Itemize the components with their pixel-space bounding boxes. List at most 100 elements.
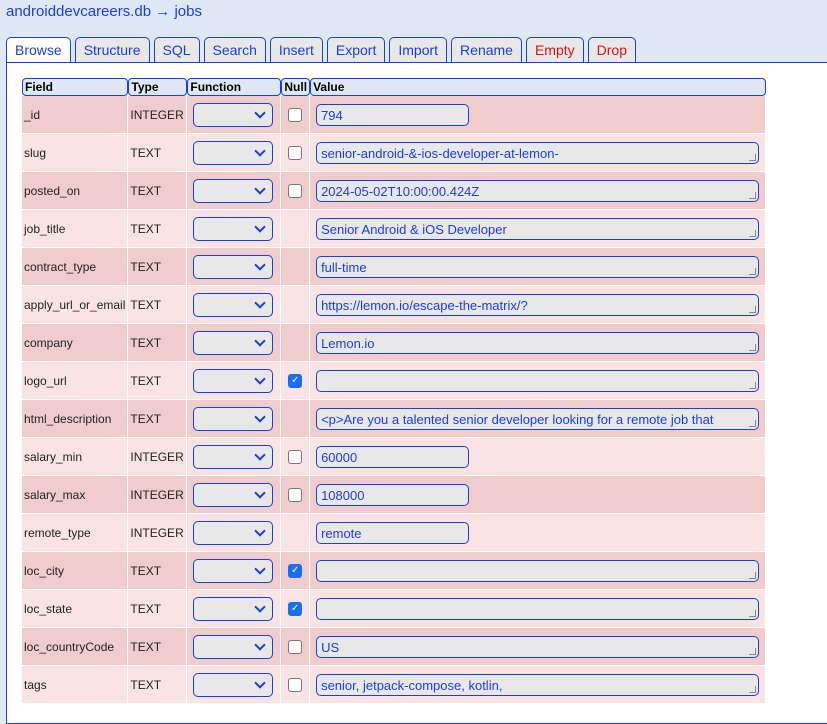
function-select[interactable] — [193, 178, 274, 203]
function-select[interactable] — [193, 140, 274, 165]
field-name: logo_url — [22, 362, 129, 400]
field-type: TEXT — [128, 628, 188, 666]
field-type: TEXT — [128, 286, 188, 324]
table-row: job_title TEXT Senior Android & iOS Deve… — [22, 210, 767, 248]
null-checkbox[interactable] — [288, 183, 303, 198]
value-input[interactable] — [316, 369, 760, 392]
function-select[interactable] — [193, 368, 274, 393]
tab-structure[interactable]: Structure — [74, 37, 150, 62]
null-checkbox[interactable]: ✓ — [288, 373, 303, 388]
field-name: salary_max — [22, 476, 129, 514]
null-checkbox[interactable] — [288, 677, 303, 692]
table-row: contract_type TEXT full-time — [22, 248, 767, 286]
value-input[interactable]: senior-android-&-ios-developer-at-lemon- — [316, 141, 760, 164]
field-name: contract_type — [22, 248, 129, 286]
table-row: salary_min INTEGER 60000 — [22, 438, 767, 476]
table-row: remote_type INTEGER remote — [22, 514, 767, 552]
null-checkbox[interactable]: ✓ — [288, 601, 303, 616]
tab-rename[interactable]: Rename — [451, 37, 522, 62]
table-row: html_description TEXT <p>Are you a talen… — [22, 400, 767, 438]
tab-browse[interactable]: Browse — [6, 37, 71, 64]
function-select[interactable] — [193, 596, 274, 621]
field-name: posted_on — [22, 172, 129, 210]
field-name: apply_url_or_email — [22, 286, 129, 324]
null-checkbox[interactable]: ✓ — [288, 563, 303, 578]
value-input[interactable]: remote — [316, 521, 470, 544]
tab-export[interactable]: Export — [326, 37, 386, 62]
breadcrumb-db-link[interactable]: androiddevcareers.db — [6, 3, 151, 20]
value-input[interactable]: US — [316, 635, 760, 658]
field-name: html_description — [22, 400, 129, 438]
function-select[interactable] — [193, 672, 274, 697]
tab-drop[interactable]: Drop — [587, 37, 637, 62]
header-field: Field — [22, 78, 129, 96]
header-type: Type — [128, 78, 188, 96]
function-select[interactable] — [193, 406, 274, 431]
tab-search[interactable]: Search — [203, 37, 266, 62]
field-type: TEXT — [128, 248, 188, 286]
function-select[interactable] — [193, 444, 274, 469]
breadcrumb-table-link[interactable]: jobs — [174, 3, 202, 20]
function-select[interactable] — [193, 102, 274, 127]
table-row: company TEXT Lemon.io — [22, 324, 767, 362]
table-row: loc_city TEXT ✓ — [22, 552, 767, 590]
value-input[interactable]: full-time — [316, 255, 760, 278]
field-type: TEXT — [128, 362, 188, 400]
field-type: TEXT — [128, 134, 188, 172]
function-select[interactable] — [193, 254, 274, 279]
field-type: INTEGER — [128, 438, 188, 476]
table-row: posted_on TEXT 2024-05-02T10:00:00.424Z — [22, 172, 767, 210]
tab-empty[interactable]: Empty — [525, 37, 584, 62]
value-input[interactable] — [316, 559, 760, 582]
field-name: tags — [22, 666, 129, 704]
null-checkbox[interactable] — [288, 107, 303, 122]
field-name: remote_type — [22, 514, 129, 552]
field-type: TEXT — [128, 210, 188, 248]
table-row: logo_url TEXT ✓ — [22, 362, 767, 400]
edit-row-panel: Field Type Function Null Value _id INTEG… — [6, 62, 827, 724]
value-input[interactable]: 60000 — [316, 445, 470, 468]
table-row: loc_countryCode TEXT US — [22, 628, 767, 666]
field-name: loc_state — [22, 590, 129, 628]
function-select[interactable] — [193, 330, 274, 355]
breadcrumb-arrow: → — [155, 3, 171, 20]
value-input[interactable]: senior, jetpack-compose, kotlin, — [316, 673, 760, 696]
field-name: loc_countryCode — [22, 628, 129, 666]
field-name: _id — [22, 96, 129, 134]
null-checkbox[interactable] — [288, 449, 303, 464]
value-input[interactable]: Lemon.io — [316, 331, 760, 354]
value-input[interactable]: 794 — [316, 103, 470, 126]
function-select[interactable] — [193, 634, 274, 659]
field-type: TEXT — [128, 666, 188, 704]
tab-import[interactable]: Import — [389, 37, 448, 62]
tab-sql[interactable]: SQL — [153, 37, 200, 62]
field-name: company — [22, 324, 129, 362]
breadcrumb: androiddevcareers.db → jobs — [6, 3, 202, 20]
value-input[interactable]: Senior Android & iOS Developer — [316, 217, 760, 240]
value-input[interactable]: https://lemon.io/escape-the-matrix/? — [316, 293, 760, 316]
field-type: TEXT — [128, 400, 188, 438]
field-type: TEXT — [128, 590, 188, 628]
function-select[interactable] — [193, 558, 274, 583]
field-type: INTEGER — [128, 514, 188, 552]
value-input[interactable]: 2024-05-02T10:00:00.424Z — [316, 179, 760, 202]
field-type: INTEGER — [128, 476, 188, 514]
null-checkbox[interactable] — [288, 639, 303, 654]
value-input[interactable]: <p>Are you a talented senior developer l… — [316, 407, 760, 430]
null-checkbox[interactable] — [288, 487, 303, 502]
table-row: apply_url_or_email TEXT https://lemon.io… — [22, 286, 767, 324]
field-type: TEXT — [128, 552, 188, 590]
function-select[interactable] — [193, 520, 274, 545]
function-select[interactable] — [193, 482, 274, 507]
field-name: job_title — [22, 210, 129, 248]
field-type: TEXT — [128, 172, 188, 210]
table-row: slug TEXT senior-android-&-ios-developer… — [22, 134, 767, 172]
value-input[interactable]: 108000 — [316, 483, 470, 506]
value-input[interactable] — [316, 597, 760, 620]
field-type: INTEGER — [128, 96, 188, 134]
null-checkbox[interactable] — [288, 145, 303, 160]
function-select[interactable] — [193, 292, 274, 317]
tab-insert[interactable]: Insert — [269, 37, 323, 62]
function-select[interactable] — [193, 216, 274, 241]
table-row: loc_state TEXT ✓ — [22, 590, 767, 628]
